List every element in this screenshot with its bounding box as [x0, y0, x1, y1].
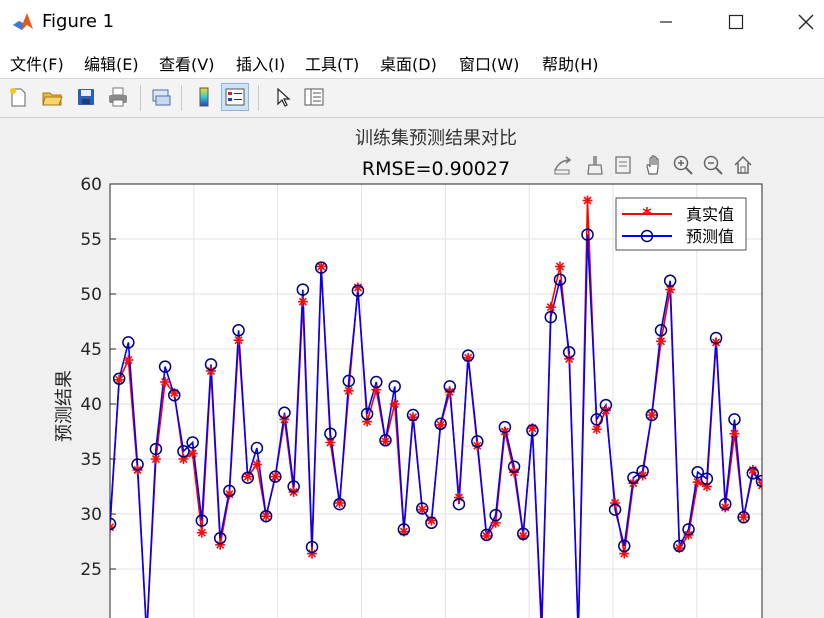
data-tips-icon[interactable]	[612, 154, 638, 180]
window-title-bar: Figure 1	[0, 0, 824, 44]
true-value-marker	[610, 498, 621, 508]
chart-subtitle: RMSE=0.90027	[362, 158, 510, 180]
menu-help[interactable]: 帮助(H)	[542, 51, 599, 75]
link-plot-icon[interactable]	[147, 83, 175, 111]
toolbar-separator	[181, 85, 182, 111]
true-value-marker	[453, 492, 464, 503]
new-figure-icon[interactable]	[4, 83, 32, 111]
toolbar-separator	[140, 85, 141, 111]
y-tick-label: 60	[80, 175, 102, 195]
y-tick-label: 50	[80, 285, 102, 305]
true-value-marker	[564, 353, 575, 364]
save-icon[interactable]	[72, 83, 100, 111]
true-value-marker	[150, 454, 161, 464]
y-tick-label: 45	[80, 340, 102, 360]
open-file-icon[interactable]	[38, 83, 66, 111]
window-title: Figure 1	[42, 11, 115, 32]
figure-toolbar	[0, 79, 824, 118]
minimize-icon[interactable]	[644, 0, 688, 44]
legend-icon[interactable]	[221, 83, 249, 111]
y-tick-label: 55	[80, 230, 102, 250]
pan-hand-icon[interactable]	[643, 154, 669, 180]
print-icon[interactable]	[104, 83, 132, 111]
maximize-icon[interactable]	[714, 0, 758, 44]
y-tick-label: 25	[80, 560, 102, 580]
menu-edit[interactable]: 编辑(E)	[84, 51, 139, 75]
true-value-marker	[215, 539, 226, 550]
legend-marker-true: *	[642, 204, 652, 225]
close-icon[interactable]	[784, 0, 824, 44]
true-value-marker	[554, 261, 565, 272]
true-value-marker	[123, 355, 134, 365]
true-value-marker	[729, 428, 740, 439]
property-inspector-icon[interactable]	[300, 83, 328, 111]
menu-tools[interactable]: 工具(T)	[305, 51, 359, 75]
y-axis-label: 预测结果	[54, 370, 75, 442]
menu-desktop[interactable]: 桌面(D)	[380, 51, 437, 75]
menu-bar: 文件(F) 编辑(E) 查看(V) 插入(I) 工具(T) 桌面(D) 窗口(W…	[0, 44, 824, 79]
y-tick-label: 40	[80, 395, 102, 415]
toolbar-separator	[258, 85, 259, 111]
line-chart[interactable]: 2530354045505560 训练集预测结果对比 RMSE=0.90027 …	[0, 118, 824, 618]
zoom-out-icon[interactable]	[702, 154, 728, 180]
colorbar-icon[interactable]	[190, 83, 218, 111]
y-tick-label: 30	[80, 505, 102, 525]
legend-label-true: 真实值	[686, 205, 734, 224]
menu-window[interactable]: 窗口(W)	[459, 51, 519, 75]
true-value-marker	[343, 385, 354, 396]
true-value-marker	[160, 377, 171, 387]
true-value-marker	[591, 424, 602, 435]
true-value-marker	[196, 527, 207, 538]
zoom-in-icon[interactable]	[672, 154, 698, 180]
chart-title: 训练集预测结果对比	[355, 128, 517, 149]
home-icon[interactable]	[732, 154, 758, 180]
legend-label-pred: 预测值	[686, 227, 734, 246]
true-value-marker	[251, 459, 262, 470]
y-tick-label: 35	[80, 450, 102, 470]
true-value-marker	[389, 399, 400, 409]
figure-canvas: 25 30 35 40 45 50 55 60 训练集预测结果对比 RMSE=0.90027 …	[0, 118, 824, 618]
menu-insert[interactable]: 插入(I)	[236, 51, 285, 75]
pointer-icon[interactable]	[268, 83, 296, 111]
matlab-icon	[13, 13, 33, 30]
true-value-marker	[582, 195, 593, 206]
true-value-marker	[279, 414, 290, 425]
true-value-marker	[206, 366, 217, 376]
menu-file[interactable]: 文件(F)	[10, 51, 64, 75]
legend[interactable]: * 真实值 预测值	[615, 197, 747, 251]
export-icon[interactable]	[552, 154, 578, 180]
brush-icon[interactable]	[584, 154, 610, 180]
menu-view[interactable]: 查看(V)	[159, 51, 214, 75]
